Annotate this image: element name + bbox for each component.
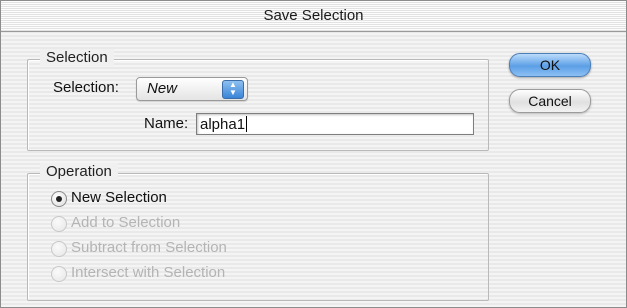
selection-group-title: Selection xyxy=(40,49,114,66)
ok-button[interactable]: OK xyxy=(509,53,591,77)
text-caret xyxy=(246,116,248,132)
operation-group-title: Operation xyxy=(40,163,118,180)
radio-label: New Selection xyxy=(71,189,167,206)
radio-label: Add to Selection xyxy=(71,214,181,231)
save-selection-dialog: Save Selection Selection Selection: New … xyxy=(0,0,627,308)
radio-disabled-icon[interactable] xyxy=(51,216,67,232)
radio-disabled-icon[interactable] xyxy=(51,241,67,257)
selection-popup[interactable]: New ▲ ▼ xyxy=(136,77,248,101)
radio-label: Subtract from Selection xyxy=(71,239,227,256)
radio-disabled-icon[interactable] xyxy=(51,266,67,282)
cancel-button[interactable]: Cancel xyxy=(509,89,591,113)
radio-label: Intersect with Selection xyxy=(71,264,226,281)
name-input-value: alpha1 xyxy=(200,116,246,133)
selection-group: Selection xyxy=(27,49,489,151)
name-label: Name: xyxy=(144,115,189,132)
dialog-title: Save Selection xyxy=(1,1,626,32)
name-input[interactable]: alpha1 xyxy=(196,113,474,135)
radio-checked-icon[interactable] xyxy=(51,191,67,207)
selection-label: Selection: xyxy=(53,79,119,96)
up-down-arrows-icon: ▲ ▼ xyxy=(222,80,244,99)
selection-popup-value: New xyxy=(147,80,178,97)
